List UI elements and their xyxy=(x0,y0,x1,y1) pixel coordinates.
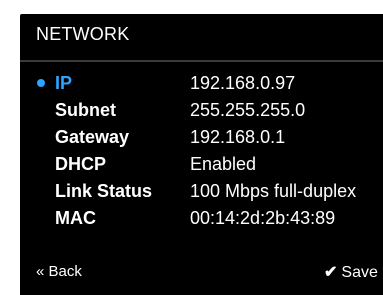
setting-label: IP xyxy=(55,73,73,93)
setting-value: 00:14:2d:2b:43:89 xyxy=(190,208,336,228)
setting-value: 192.168.0.1 xyxy=(190,127,286,147)
setting-label: DHCP xyxy=(55,154,107,174)
setting-label: Link Status xyxy=(55,181,153,201)
back-button[interactable]: « Back xyxy=(36,263,82,280)
save-label: Save xyxy=(341,264,378,281)
setting-label: Subnet xyxy=(55,100,116,120)
setting-row-mac[interactable]: MAC 00:14:2d:2b:43:89 xyxy=(20,205,383,232)
checkmark-icon: ✔ xyxy=(324,264,338,281)
device-screen: NETWORK IP 192.168.0.97 Subnet 255.255.2… xyxy=(0,0,383,295)
setting-row-link-status[interactable]: Link Status 100 Mbps full-duplex xyxy=(20,178,383,205)
setting-row-ip[interactable]: IP 192.168.0.97 xyxy=(20,70,383,97)
setting-value: 192.168.0.97 xyxy=(190,73,296,93)
setting-row-subnet[interactable]: Subnet 255.255.255.0 xyxy=(20,97,383,124)
title-divider xyxy=(20,60,383,62)
setting-label: Gateway xyxy=(55,127,130,147)
setting-value: Enabled xyxy=(190,154,257,174)
setting-row-gateway[interactable]: Gateway 192.168.0.1 xyxy=(20,124,383,151)
save-button[interactable]: ✔ Save xyxy=(324,262,378,282)
network-settings-panel: NETWORK IP 192.168.0.97 Subnet 255.255.2… xyxy=(20,14,383,295)
setting-value: 255.255.255.0 xyxy=(190,100,306,120)
page-title: NETWORK xyxy=(36,24,130,44)
setting-row-dhcp[interactable]: DHCP Enabled xyxy=(20,151,383,178)
selected-bullet-icon xyxy=(37,79,45,87)
setting-label: MAC xyxy=(55,208,96,228)
setting-value: 100 Mbps full-duplex xyxy=(190,181,357,201)
